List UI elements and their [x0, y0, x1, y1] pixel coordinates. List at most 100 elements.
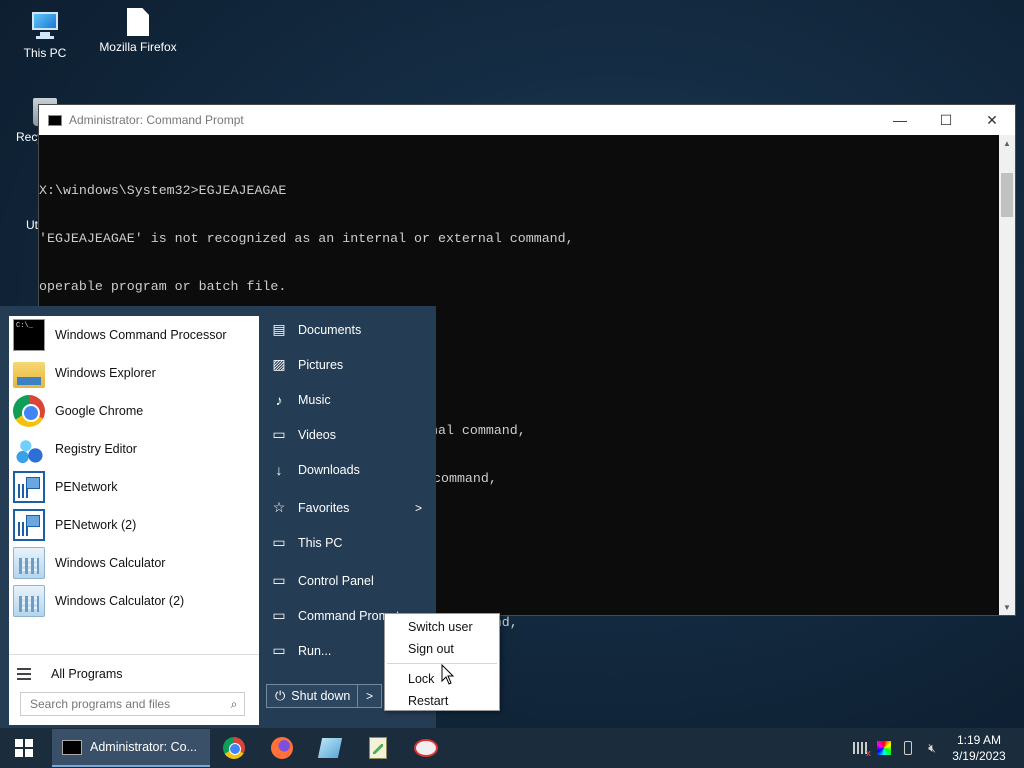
menu-item-sign-out[interactable]: Sign out	[385, 638, 499, 660]
network-icon	[13, 509, 45, 541]
shape-icon	[317, 738, 343, 758]
start-link-favorites[interactable]: ☆ Favorites >	[262, 490, 436, 525]
start-menu: Windows Command Processor Windows Explor…	[0, 306, 436, 728]
program-label: Windows Calculator (2)	[55, 594, 185, 608]
list-icon	[17, 667, 31, 680]
shutdown-options-button[interactable]: >	[358, 684, 382, 708]
menu-item-switch-user[interactable]: Switch user	[385, 616, 499, 638]
document-icon: ▤	[272, 321, 286, 337]
calculator-icon	[13, 547, 45, 579]
desktop-icon-this-pc[interactable]: This PC	[5, 8, 85, 60]
program-item-penetwork-2[interactable]: PENetwork (2)	[9, 506, 259, 544]
windows-logo-icon	[15, 739, 33, 757]
start-link-label: Documents	[298, 322, 362, 337]
taskbar-pin-notepad[interactable]	[354, 728, 402, 768]
cmd-icon	[13, 319, 45, 351]
start-link-videos[interactable]: ▭ Videos	[262, 417, 436, 452]
menu-item-restart[interactable]: Restart	[385, 690, 499, 712]
volume-muted-icon[interactable]: 🔇︎	[920, 741, 944, 756]
star-icon: ☆	[272, 499, 286, 515]
chrome-icon	[223, 737, 245, 759]
network-icon	[13, 471, 45, 503]
minimize-button[interactable]: —	[877, 105, 923, 135]
program-item-calculator[interactable]: Windows Calculator	[9, 544, 259, 582]
network-disconnected-icon[interactable]	[853, 742, 871, 758]
scroll-up-icon[interactable]: ▲	[999, 135, 1015, 151]
run-icon: ▭	[272, 642, 286, 658]
all-programs-label: All Programs	[51, 666, 123, 681]
taskbar-pin-firefox[interactable]	[258, 728, 306, 768]
console-line: X:\windows\System32>EGJEAJEAGAE	[39, 183, 287, 198]
scroll-thumb[interactable]	[1001, 173, 1013, 217]
scroll-down-icon[interactable]: ▼	[999, 599, 1015, 615]
taskbar-item-label: Administrator: Co...	[90, 740, 197, 754]
start-link-label: Control Panel	[298, 573, 374, 588]
system-tray: 🔇︎ 1:19 AM 3/19/2023	[848, 728, 1024, 768]
cmd-icon: ▭	[272, 607, 286, 623]
start-link-pictures[interactable]: ▨ Pictures	[262, 347, 436, 382]
program-label: Google Chrome	[55, 404, 144, 418]
usb-icon[interactable]	[904, 741, 912, 755]
clock-date: 3/19/2023	[952, 749, 1006, 763]
console-line-partial: command,	[433, 471, 497, 486]
clock-time: 1:19 AM	[956, 733, 1002, 747]
desktop-icon-label-partial: Ut	[26, 218, 38, 232]
control-panel-icon: ▭	[272, 572, 286, 588]
program-item-calculator-2[interactable]: Windows Calculator (2)	[9, 582, 259, 620]
all-programs-item[interactable]: All Programs	[9, 654, 259, 692]
clock[interactable]: 1:19 AM 3/19/2023	[944, 732, 1014, 764]
cmd-titlebar[interactable]: Administrator: Command Prompt — ☐ ✕	[39, 105, 1015, 135]
close-button[interactable]: ✕	[969, 105, 1015, 135]
this-pc-icon	[28, 8, 62, 42]
program-label: PENetwork (2)	[55, 518, 137, 532]
start-link-label: Downloads	[298, 462, 360, 477]
program-item-chrome[interactable]: Google Chrome	[9, 392, 259, 430]
console-line: operable program or batch file.	[39, 279, 287, 294]
program-label: Registry Editor	[55, 442, 137, 456]
registry-editor-icon	[13, 433, 45, 465]
taskbar-pin-chrome[interactable]	[210, 728, 258, 768]
start-link-downloads[interactable]: ↓ Downloads	[262, 452, 436, 487]
shutdown-label: Shut down	[291, 689, 351, 703]
cmd-scrollbar[interactable]: ▲ ▼	[999, 135, 1015, 615]
start-link-label: Pictures	[298, 357, 344, 372]
program-item-cmd[interactable]: Windows Command Processor	[9, 316, 259, 354]
shutdown-button[interactable]: ⏻ Shut down	[266, 684, 358, 708]
mouse-cursor-icon	[441, 664, 455, 685]
search-icon[interactable]: ⌕	[224, 697, 244, 712]
shutdown-group: ⏻ Shut down >	[266, 684, 382, 708]
taskbar-pin-paint[interactable]	[402, 728, 450, 768]
start-button[interactable]	[0, 728, 48, 768]
video-icon: ▭	[272, 426, 286, 442]
start-link-music[interactable]: ♪ Music	[262, 382, 436, 417]
start-link-label: Favorites	[298, 500, 350, 515]
cmd-window-icon	[48, 114, 62, 126]
program-item-explorer[interactable]: Windows Explorer	[9, 354, 259, 392]
color-display-icon[interactable]	[877, 741, 891, 755]
program-item-registry-editor[interactable]: Registry Editor	[9, 430, 259, 468]
start-link-label: Videos	[298, 427, 336, 442]
desktop-icon-mozilla-firefox[interactable]: Mozilla Firefox	[98, 8, 178, 54]
desktop-icon-label: Mozilla Firefox	[99, 40, 177, 54]
cmd-icon	[62, 739, 82, 755]
notepad-icon	[369, 737, 387, 759]
program-label: Windows Command Processor	[55, 328, 227, 342]
start-link-label: Music	[298, 392, 331, 407]
taskbar-pin-app[interactable]	[306, 728, 354, 768]
calculator-icon	[13, 585, 45, 617]
chrome-icon	[13, 395, 45, 427]
console-line: 'EGJEAJEAGAE' is not recognized as an in…	[39, 231, 574, 246]
start-search-box[interactable]: ⌕	[20, 692, 245, 716]
program-item-penetwork[interactable]: PENetwork	[9, 468, 259, 506]
chevron-right-icon: >	[365, 689, 373, 703]
start-link-control-panel[interactable]: ▭ Control Panel	[262, 563, 436, 598]
start-link-documents[interactable]: ▤ Documents	[262, 312, 436, 347]
maximize-button[interactable]: ☐	[923, 105, 969, 135]
start-link-label: This PC	[298, 535, 343, 550]
start-link-this-pc[interactable]: ▭ This PC	[262, 525, 436, 560]
taskbar-item-cmd[interactable]: Administrator: Co...	[52, 729, 210, 767]
computer-icon: ▭	[272, 534, 286, 550]
search-input[interactable]	[30, 697, 224, 711]
start-menu-programs-panel: Windows Command Processor Windows Explor…	[9, 316, 259, 725]
program-label: PENetwork	[55, 480, 118, 494]
